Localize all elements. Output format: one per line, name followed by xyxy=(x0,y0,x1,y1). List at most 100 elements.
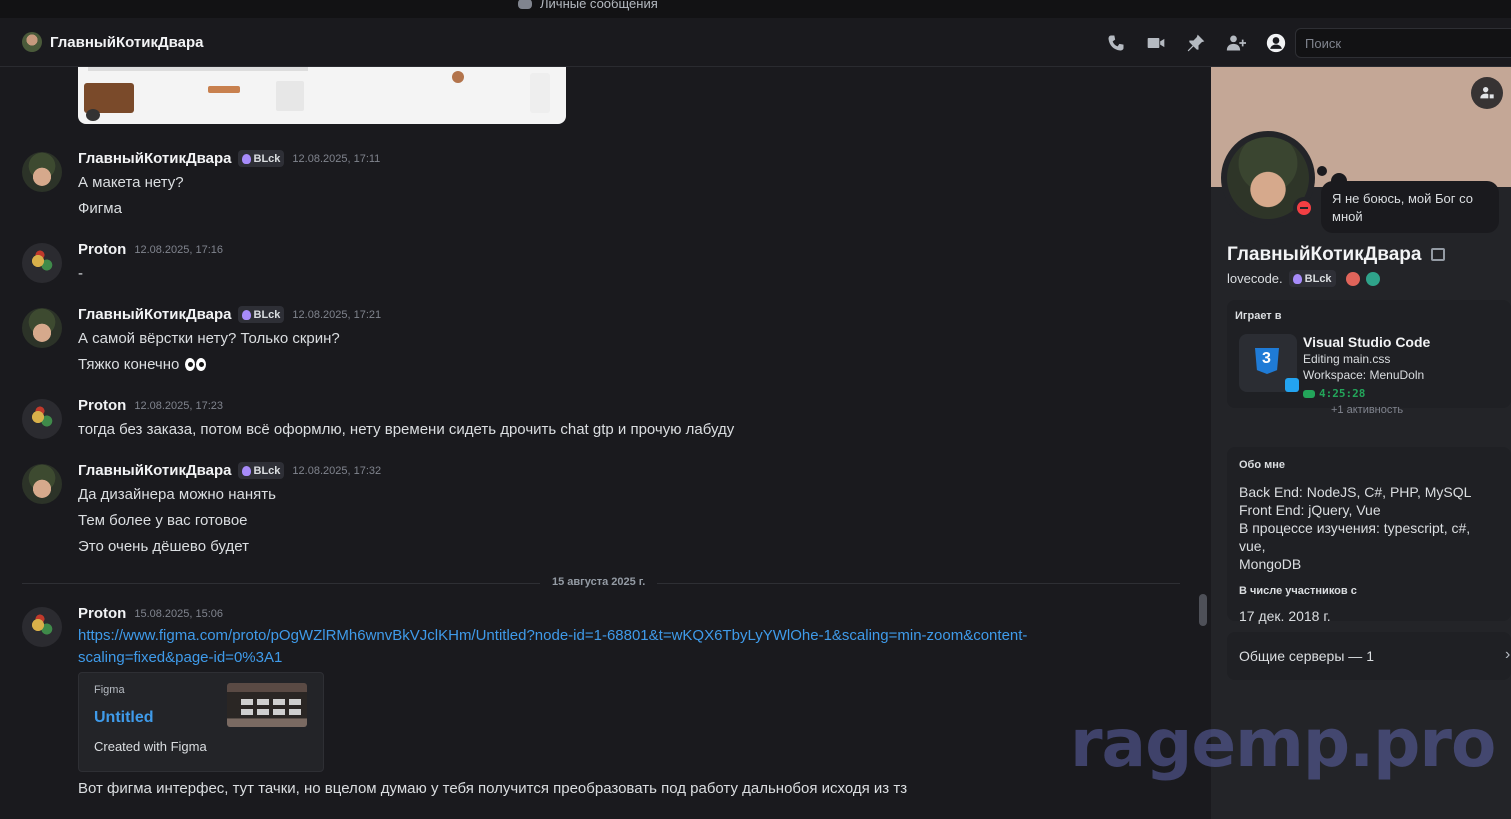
guild-tag-badge[interactable]: BLck xyxy=(1288,270,1336,287)
image-detail xyxy=(452,71,464,83)
dm-title[interactable]: ГлавныйКотикДвара xyxy=(50,34,204,51)
avatar[interactable] xyxy=(22,243,62,283)
about-line: Back End: NodeJS, C#, PHP, MySQL xyxy=(1239,484,1472,500)
gamepad-icon xyxy=(1303,389,1315,398)
eyes-emoji-icon xyxy=(184,358,195,371)
message-text: Это очень дёшево будет xyxy=(78,538,249,555)
header-toolbar xyxy=(1096,32,1296,54)
avatar[interactable] xyxy=(22,464,62,504)
dm-avatar[interactable] xyxy=(22,32,42,52)
hashtag-badge-icon[interactable] xyxy=(1365,271,1380,286)
profile-username[interactable]: lovecode. xyxy=(1227,271,1283,286)
scrollbar-thumb[interactable] xyxy=(1199,594,1207,626)
badge-label: BLck xyxy=(253,308,281,321)
badge-label: BLck xyxy=(253,464,281,477)
add-user-icon xyxy=(1226,35,1246,51)
custom-status-bubble: Я не боюсь, мой Бог со мной xyxy=(1321,181,1499,233)
pinned-messages-button[interactable] xyxy=(1176,32,1216,54)
user-settings-icon xyxy=(1480,87,1494,99)
author-name[interactable]: Proton xyxy=(78,605,126,622)
message-text-row: Тяжко конечно xyxy=(78,356,206,373)
profile-avatar[interactable] xyxy=(1221,131,1315,225)
about-card: Обо мне Back End: NodeJS, C#, PHP, MySQL… xyxy=(1227,447,1511,624)
thumbnail-detail xyxy=(257,699,269,705)
link-embed: Figma Untitled Created with Figma xyxy=(78,672,324,772)
activity-details: Editing main.css xyxy=(1303,352,1391,366)
more-activities-link[interactable]: +1 активность xyxy=(1331,404,1403,416)
image-detail xyxy=(208,86,240,93)
author-name[interactable]: ГлавныйКотикДвара xyxy=(78,306,232,323)
channel-header: ГлавныйКотикДвара Поиск xyxy=(0,18,1511,67)
message-header: ГлавныйКотикДвара BLck 12.08.2025, 17:11 xyxy=(78,150,380,167)
message-header: Proton 12.08.2025, 17:23 xyxy=(78,397,223,414)
embed-title-link[interactable]: Untitled xyxy=(94,709,154,727)
thumbnail-detail xyxy=(289,699,301,705)
avatar[interactable] xyxy=(22,152,62,192)
embed-provider: Figma xyxy=(94,684,125,696)
hypesquad-badge-icon[interactable] xyxy=(1345,271,1360,286)
guild-tag-badge[interactable]: BLck xyxy=(237,462,285,479)
camera-icon xyxy=(86,109,100,121)
timestamp: 12.08.2025, 17:16 xyxy=(134,243,224,256)
mutual-servers-button[interactable]: Общие серверы — 1 › xyxy=(1227,632,1511,680)
member-since-header: В числе участников с xyxy=(1239,585,1357,597)
status-dnd-indicator xyxy=(1293,197,1315,219)
thumbnail-detail xyxy=(241,699,253,705)
member-since-date: 17 дек. 2018 г. xyxy=(1239,608,1331,624)
about-line: В процессе изучения: typescript, c#, vue… xyxy=(1239,520,1471,554)
elapsed-time: 4:25:28 xyxy=(1319,387,1366,400)
timestamp: 12.08.2025, 17:23 xyxy=(134,399,224,412)
vscode-icon xyxy=(1285,378,1299,392)
avatar[interactable] xyxy=(22,308,62,348)
activity-card: Играет в Visual Studio Code Editing main… xyxy=(1227,300,1511,408)
add-friends-to-dm-button[interactable] xyxy=(1216,32,1256,54)
badge-label: BLck xyxy=(253,152,281,165)
badge-label: BLck xyxy=(1304,272,1332,285)
avatar[interactable] xyxy=(22,399,62,439)
flame-icon xyxy=(241,309,251,320)
activity-state: Workspace: MenuDoln xyxy=(1303,368,1425,382)
message-text: Вот фигма интерфес, тут тачки, но вцелом… xyxy=(78,780,908,797)
embed-thumbnail[interactable] xyxy=(227,683,307,727)
timestamp: 12.08.2025, 17:21 xyxy=(292,308,382,321)
message-text: Тем более у вас готовое xyxy=(78,512,248,529)
note-icon[interactable] xyxy=(1431,248,1445,261)
author-name[interactable]: ГлавныйКотикДвара xyxy=(78,150,232,167)
author-name[interactable]: ГлавныйКотикДвара xyxy=(78,462,232,479)
image-attachment[interactable] xyxy=(78,67,566,124)
message-text: Фигма xyxy=(78,200,122,217)
chevron-right-icon: › xyxy=(1505,646,1511,663)
dnd-icon xyxy=(1297,201,1311,215)
pin-icon xyxy=(1187,34,1205,52)
flame-icon xyxy=(1292,273,1302,284)
flame-icon xyxy=(241,465,251,476)
message-header: ГлавныйКотикДвара BLck 12.08.2025, 17:32 xyxy=(78,462,381,479)
about-line: MongoDB xyxy=(1239,556,1302,572)
guild-tag-badge[interactable]: BLck xyxy=(237,306,285,323)
view-profile-button[interactable] xyxy=(1471,77,1503,109)
timestamp: 12.08.2025, 17:32 xyxy=(292,464,382,477)
message-list: ГлавныйКотикДвара BLck 12.08.2025, 17:11… xyxy=(0,67,1210,819)
phone-icon xyxy=(1108,35,1124,51)
user-profile-toggle[interactable] xyxy=(1256,32,1296,54)
message-text: тогда без заказа, потом всё оформлю, нет… xyxy=(78,421,735,438)
activity-header: Играет в xyxy=(1235,310,1282,322)
guild-tag-badge[interactable]: BLck xyxy=(237,150,285,167)
css-file-icon xyxy=(1255,348,1279,374)
avatar[interactable] xyxy=(22,607,62,647)
flame-icon xyxy=(241,153,251,164)
video-call-button[interactable] xyxy=(1136,32,1176,54)
message-link[interactable]: scaling=fixed&page-id=0%3A1 xyxy=(78,649,282,666)
author-name[interactable]: Proton xyxy=(78,241,126,258)
search-input[interactable]: Поиск xyxy=(1295,28,1511,58)
discord-icon xyxy=(518,0,532,9)
image-detail xyxy=(530,73,550,113)
author-name[interactable]: Proton xyxy=(78,397,126,414)
message-link[interactable]: https://www.figma.com/proto/pOgWZlRMh6wn… xyxy=(78,627,1027,644)
profile-display-name: ГлавныйКотикДвара xyxy=(1227,244,1422,265)
eyes-emoji-icon xyxy=(195,358,206,371)
about-line: Front End: jQuery, Vue xyxy=(1239,502,1381,518)
mutual-servers-label: Общие серверы — 1 xyxy=(1239,648,1374,664)
message-text: А самой вёрстки нету? Только скрин? xyxy=(78,330,340,347)
voice-call-button[interactable] xyxy=(1096,32,1136,54)
